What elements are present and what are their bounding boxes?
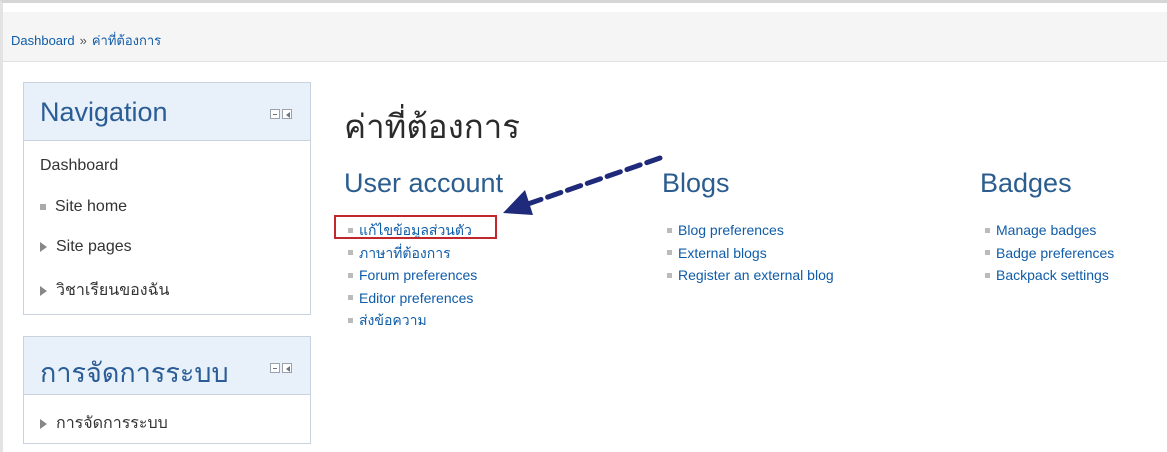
highlight-box bbox=[334, 215, 497, 239]
bullet-square-icon bbox=[985, 272, 990, 278]
annotation-arrow-icon bbox=[503, 155, 663, 215]
breadcrumb-dashboard-link[interactable]: Dashboard bbox=[11, 33, 75, 48]
link-label: Blog preferences bbox=[678, 222, 784, 238]
link-label: Register an external blog bbox=[678, 267, 834, 283]
administration-block: การจัดการระบบ การจัดการระบบ bbox=[23, 336, 311, 444]
bullet-square-icon bbox=[348, 317, 353, 323]
link-label: External blogs bbox=[678, 244, 767, 261]
link-blog-preferences[interactable]: Blog preferences bbox=[667, 219, 834, 242]
link-messaging[interactable]: ส่งข้อความ bbox=[348, 309, 477, 332]
link-editor-preferences[interactable]: Editor preferences bbox=[348, 287, 477, 310]
link-forum-preferences[interactable]: Forum preferences bbox=[348, 264, 477, 287]
bullet-square-icon bbox=[667, 227, 672, 233]
administration-block-controls bbox=[270, 363, 292, 373]
navigation-block: Navigation Dashboard Site home Site page… bbox=[23, 82, 311, 315]
collapse-icon[interactable] bbox=[270, 109, 280, 119]
collapse-icon[interactable] bbox=[270, 363, 280, 373]
nav-item-site-administration[interactable]: การจัดการระบบ bbox=[40, 411, 168, 436]
nav-item-site-home[interactable]: Site home bbox=[40, 198, 127, 216]
nav-item-label: วิชาเรียนของฉัน bbox=[56, 282, 170, 299]
bullet-square-icon bbox=[348, 295, 353, 301]
link-label: Editor preferences bbox=[359, 289, 474, 306]
link-register-external-blog[interactable]: Register an external blog bbox=[667, 264, 834, 287]
breadcrumb-separator: » bbox=[79, 33, 87, 48]
link-label: Badge preferences bbox=[996, 244, 1115, 261]
blogs-links: Blog preferences External blogs Register… bbox=[667, 219, 834, 287]
link-label: ส่งข้อความ bbox=[359, 312, 427, 328]
bullet-square-icon bbox=[348, 272, 353, 278]
breadcrumb-current[interactable]: ค่าที่ต้องการ bbox=[92, 33, 161, 48]
bullet-square-icon bbox=[985, 250, 990, 256]
administration-block-title: การจัดการระบบ bbox=[40, 358, 229, 388]
link-label: Manage badges bbox=[996, 222, 1097, 238]
navigation-block-header: Navigation bbox=[24, 83, 310, 141]
section-title-user-account: User account bbox=[344, 168, 504, 198]
navigation-block-controls bbox=[270, 109, 292, 119]
link-badge-preferences[interactable]: Badge preferences bbox=[985, 242, 1114, 265]
bullet-square-icon bbox=[40, 204, 46, 210]
arrow-right-icon bbox=[40, 418, 47, 429]
nav-item-label: Site pages bbox=[56, 238, 132, 255]
link-manage-badges[interactable]: Manage badges bbox=[985, 219, 1114, 242]
bullet-square-icon bbox=[667, 272, 672, 278]
link-label: Backpack settings bbox=[996, 267, 1109, 283]
nav-item-my-courses[interactable]: วิชาเรียนของฉัน bbox=[40, 278, 169, 303]
badges-links: Manage badges Badge preferences Backpack… bbox=[985, 219, 1114, 287]
bullet-square-icon bbox=[348, 250, 353, 256]
nav-item-site-pages[interactable]: Site pages bbox=[40, 238, 132, 256]
link-backpack-settings[interactable]: Backpack settings bbox=[985, 264, 1114, 287]
nav-item-label: การจัดการระบบ bbox=[56, 415, 168, 432]
administration-block-header: การจัดการระบบ bbox=[24, 337, 310, 395]
breadcrumb-bar: Dashboard » ค่าที่ต้องการ bbox=[3, 12, 1167, 62]
section-title-blogs: Blogs bbox=[662, 168, 730, 198]
link-external-blogs[interactable]: External blogs bbox=[667, 242, 834, 265]
dock-icon[interactable] bbox=[282, 109, 292, 119]
dock-icon[interactable] bbox=[282, 363, 292, 373]
breadcrumb: Dashboard » ค่าที่ต้องการ bbox=[11, 30, 161, 51]
page-title: ค่าที่ต้องการ bbox=[344, 108, 520, 145]
bullet-square-icon bbox=[985, 227, 990, 233]
nav-item-label: Dashboard bbox=[40, 157, 119, 174]
link-preferred-language[interactable]: ภาษาที่ต้องการ bbox=[348, 242, 477, 265]
arrow-right-icon bbox=[40, 242, 47, 252]
navigation-block-title: Navigation bbox=[40, 97, 168, 127]
nav-item-label: Site home bbox=[55, 198, 128, 215]
section-title-badges: Badges bbox=[980, 168, 1072, 198]
link-label: ภาษาที่ต้องการ bbox=[359, 244, 451, 261]
bullet-square-icon bbox=[667, 250, 672, 256]
nav-item-dashboard[interactable]: Dashboard bbox=[40, 157, 118, 175]
arrow-right-icon bbox=[40, 285, 47, 296]
link-label: Forum preferences bbox=[359, 267, 478, 283]
